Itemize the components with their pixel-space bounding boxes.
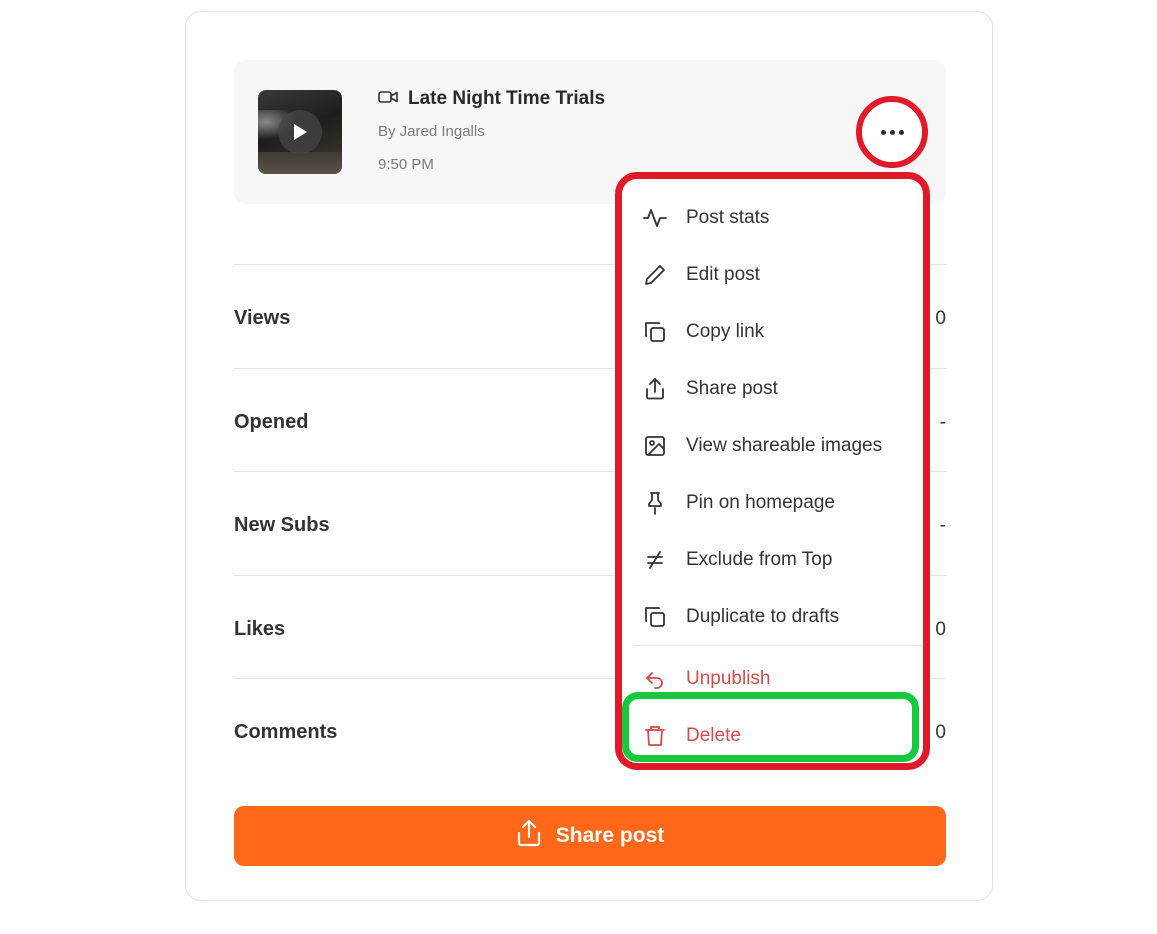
video-thumbnail[interactable] xyxy=(258,90,342,174)
menu-item-view-shareable-images[interactable]: View shareable images xyxy=(634,417,912,474)
stat-value: - xyxy=(939,412,946,433)
undo-icon xyxy=(642,666,668,692)
more-dot xyxy=(880,129,886,135)
menu-item-edit-post[interactable]: Edit post xyxy=(634,246,912,303)
stat-label: Likes xyxy=(234,618,286,640)
menu-item-pin-on-homepage[interactable]: Pin on homepage xyxy=(634,474,912,531)
stat-label: Views xyxy=(234,307,291,329)
menu-item-label: Share post xyxy=(686,377,778,399)
menu-item-copy-link[interactable]: Copy link xyxy=(634,303,912,360)
more-dot xyxy=(889,129,895,135)
menu-divider xyxy=(634,645,922,646)
pin-icon xyxy=(642,490,668,516)
menu-item-post-stats[interactable]: Post stats xyxy=(634,189,912,246)
menu-item-label: Exclude from Top xyxy=(686,548,833,570)
more-options-button[interactable] xyxy=(856,96,928,168)
thumbnail-ground xyxy=(258,152,342,174)
copy-icon xyxy=(642,319,668,345)
menu-item-share-post[interactable]: Share post xyxy=(634,360,912,417)
menu-item-duplicate-to-drafts[interactable]: Duplicate to drafts xyxy=(634,588,912,645)
menu-item-label: Copy link xyxy=(686,320,765,342)
trash-icon xyxy=(642,723,668,749)
play-icon[interactable] xyxy=(278,110,322,154)
menu-item-label: Unpublish xyxy=(686,667,771,689)
post-options-menu: Post stats Edit post Copy link Share pos… xyxy=(615,172,930,770)
image-icon xyxy=(642,433,668,459)
upload-icon xyxy=(642,376,668,402)
stat-label: Opened xyxy=(234,411,309,433)
stat-label: Comments xyxy=(234,721,338,743)
menu-item-unpublish[interactable]: Unpublish xyxy=(634,650,912,707)
stat-label: New Subs xyxy=(234,514,330,536)
menu-item-delete[interactable]: Delete xyxy=(634,707,912,764)
menu-item-label: Edit post xyxy=(686,263,760,285)
post-byline: By Jared Ingalls xyxy=(378,123,485,140)
stat-value: 0 xyxy=(935,722,946,743)
more-dot xyxy=(898,129,904,135)
menu-item-label: Delete xyxy=(686,724,741,746)
stat-value: - xyxy=(939,515,946,536)
menu-item-label: Duplicate to drafts xyxy=(686,605,840,627)
post-title[interactable]: Late Night Time Trials xyxy=(408,88,605,110)
post-time: 9:50 PM xyxy=(378,156,434,173)
menu-item-label: Pin on homepage xyxy=(686,491,835,513)
duplicate-icon xyxy=(642,604,668,630)
menu-item-label: View shareable images xyxy=(686,434,883,456)
stat-value: 0 xyxy=(935,308,946,329)
not-equal-icon xyxy=(642,547,668,573)
activity-icon xyxy=(642,205,668,231)
video-camera-icon xyxy=(378,89,398,110)
upload-icon xyxy=(516,819,542,853)
pencil-icon xyxy=(642,262,668,288)
share-post-button[interactable]: Share post xyxy=(234,806,946,866)
menu-item-label: Post stats xyxy=(686,206,770,228)
share-post-label: Share post xyxy=(555,824,665,847)
stat-value: 0 xyxy=(935,619,946,640)
menu-item-exclude-from-top[interactable]: Exclude from Top xyxy=(634,531,912,588)
title-row: Late Night Time Trials xyxy=(378,88,605,110)
